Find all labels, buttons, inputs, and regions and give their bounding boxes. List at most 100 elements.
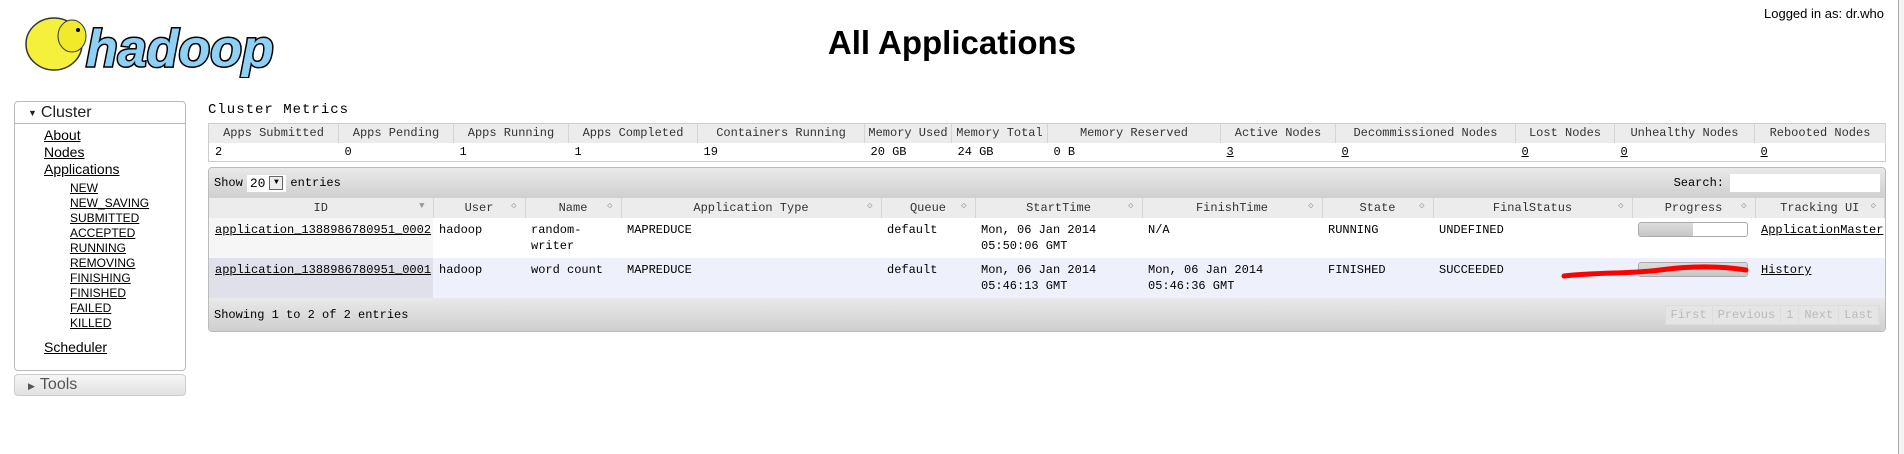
- metric-link[interactable]: 0: [1761, 145, 1768, 159]
- applications-table-wrapper: Show 20 ▼ entries Search: ID ▼ User ◇ Name ◇ Ap…: [208, 167, 1886, 332]
- metric-header: Containers Running: [697, 123, 865, 143]
- app-id-link[interactable]: application_1388986780951_0002: [215, 223, 431, 237]
- metric-link[interactable]: 0: [1342, 145, 1349, 159]
- nav-state-new-saving[interactable]: NEW_SAVING: [70, 196, 185, 211]
- nav-state-running[interactable]: RUNNING: [70, 241, 185, 256]
- table-cell: [1632, 218, 1755, 258]
- column-header-sort[interactable]: Queue ◇: [881, 198, 976, 218]
- page-size-select[interactable]: 20 ▼: [246, 174, 287, 192]
- sort-both-icon: ◇: [511, 201, 517, 211]
- metric-text: 20 GB: [870, 144, 907, 159]
- nav-scheduler[interactable]: Scheduler: [44, 339, 185, 356]
- sort-both-icon: ◇: [1741, 201, 1747, 211]
- nav-state-new[interactable]: NEW: [70, 181, 185, 196]
- column-header-sort[interactable]: Application Type ◇: [621, 198, 882, 218]
- metric-link[interactable]: 0: [1621, 145, 1628, 159]
- sort-both-icon: ◇: [1419, 201, 1425, 211]
- tools-label: Tools: [39, 376, 78, 393]
- pager-button[interactable]: Last: [1839, 305, 1879, 324]
- nav-state-accepted[interactable]: ACCEPTED: [70, 226, 185, 241]
- column-header-label: Queue: [909, 201, 946, 215]
- pager-button[interactable]: First: [1666, 305, 1713, 324]
- metric-value: 0: [1516, 143, 1615, 162]
- sort-both-icon: ◇: [1618, 201, 1624, 211]
- column-header-sort[interactable]: Tracking UI ◇: [1755, 198, 1885, 218]
- pager-button[interactable]: Previous: [1713, 305, 1782, 324]
- table-cell: Mon, 06 Jan 2014 05:46:13 GMT: [975, 258, 1142, 298]
- page-size-value: 20: [249, 175, 266, 191]
- metric-text: 0: [344, 144, 352, 159]
- table-cell: MAPREDUCE: [621, 258, 881, 298]
- table-cell: MAPREDUCE: [621, 218, 881, 258]
- column-header-sort[interactable]: FinalStatus ◇: [1433, 198, 1633, 218]
- column-header-sort[interactable]: User ◇: [433, 198, 526, 218]
- metric-text: 2: [215, 144, 223, 159]
- column-header-sort[interactable]: FinishTime ◇: [1142, 198, 1323, 218]
- cluster-section-toggle[interactable]: ▼ Cluster: [15, 102, 185, 124]
- column-header-label: Tracking UI: [1780, 201, 1860, 215]
- vertical-scrollbar[interactable]: [1898, 0, 1904, 454]
- cluster-metrics-title: Cluster Metrics: [208, 102, 350, 118]
- column-header-sort[interactable]: Progress ◇: [1632, 198, 1756, 218]
- nav-state-finished[interactable]: FINISHED: [70, 286, 185, 301]
- start-date: Mon, 06 Jan 2014: [981, 223, 1097, 237]
- finish-date: Mon, 06 Jan 2014: [1148, 263, 1264, 277]
- table-cell: Mon, 06 Jan 2014 05:50:06 GMT: [975, 218, 1142, 258]
- user: hadoop: [439, 223, 483, 237]
- nav-state-finishing[interactable]: FINISHING: [70, 271, 185, 286]
- table-cell: application_1388986780951_0001: [209, 258, 433, 298]
- table-cell: random-writer: [525, 218, 621, 258]
- column-header-label: Application Type: [693, 201, 809, 215]
- metric-value: 19: [698, 143, 865, 162]
- metric-link[interactable]: 3: [1227, 145, 1234, 159]
- metric-header: Memory Total: [951, 123, 1048, 143]
- table-cell: default: [881, 218, 975, 258]
- column-header-sort[interactable]: StartTime ◇: [975, 198, 1143, 218]
- nav-state-removing[interactable]: REMOVING: [70, 256, 185, 271]
- metric-header: Lost Nodes: [1515, 123, 1615, 143]
- start-time: 05:50:06 GMT: [981, 239, 1068, 253]
- logged-in-text: Logged in as: dr.who: [1764, 6, 1884, 21]
- search-input[interactable]: [1730, 174, 1880, 192]
- metric-header: Apps Submitted: [208, 123, 339, 143]
- cluster-label: Cluster: [40, 104, 92, 122]
- nav-state-killed[interactable]: KILLED: [70, 316, 185, 331]
- queue: default: [887, 263, 938, 277]
- metric-value: 2: [209, 143, 339, 162]
- metric-header: Rebooted Nodes: [1754, 123, 1886, 143]
- column-header-sort[interactable]: ID ▼: [209, 198, 434, 218]
- sort-both-icon: ◇: [1870, 201, 1876, 211]
- nav-about[interactable]: About: [44, 127, 185, 144]
- column-header-label: ID: [313, 201, 328, 215]
- nav-state-submitted[interactable]: SUBMITTED: [70, 211, 185, 226]
- metric-value: 0 B: [1048, 143, 1221, 162]
- table-cell: word count: [525, 258, 621, 298]
- tools-section-toggle[interactable]: ▶ Tools: [14, 374, 186, 396]
- table-row: application_1388986780951_0002 hadoop rand…: [209, 218, 1885, 258]
- column-header-sort[interactable]: State ◇: [1322, 198, 1434, 218]
- nav-nodes[interactable]: Nodes: [44, 144, 185, 161]
- metric-value: 24 GB: [952, 143, 1048, 162]
- tracking-link[interactable]: History: [1761, 263, 1811, 277]
- tracking-link[interactable]: ApplicationMaster: [1761, 223, 1883, 237]
- pager-button[interactable]: Next: [1799, 305, 1840, 324]
- metric-value: 3: [1221, 143, 1336, 162]
- metric-link[interactable]: 0: [1522, 145, 1529, 159]
- column-header-label: Name: [558, 201, 588, 215]
- nav-state-failed[interactable]: FAILED: [70, 301, 185, 316]
- table-cell: UNDEFINED: [1433, 218, 1632, 258]
- progress-fill: [1639, 223, 1693, 236]
- metric-text: 24 GB: [957, 144, 994, 159]
- metric-text: 19: [703, 144, 718, 159]
- metric-value: 0: [1336, 143, 1516, 162]
- pager-button[interactable]: 1: [1781, 305, 1800, 324]
- nav-applications[interactable]: Applications: [44, 161, 185, 178]
- column-header-label: FinishTime: [1195, 201, 1268, 215]
- column-header-sort[interactable]: Name ◇: [525, 198, 622, 218]
- metric-value: 1: [569, 143, 698, 162]
- sort-both-icon: ◇: [1308, 201, 1314, 211]
- app-id-link[interactable]: application_1388986780951_0001: [215, 263, 431, 277]
- metric-value: 0: [1755, 143, 1886, 162]
- entries-label: entries: [290, 176, 341, 190]
- sort-both-icon: ◇: [607, 201, 613, 211]
